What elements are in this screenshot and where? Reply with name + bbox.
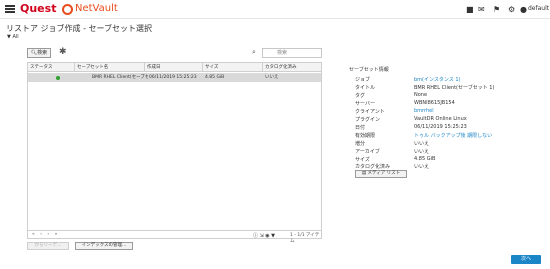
detail-value-archive: いいえ	[414, 149, 430, 155]
details-title: セーブセット情報	[349, 67, 389, 73]
saveset-table: ステータス セーブセット名 作成日 サイズ カタログ化済み BMR RHEL C…	[27, 62, 322, 244]
filter-icon: ▼	[7, 34, 11, 40]
menu-icon[interactable]	[5, 5, 15, 13]
user-menu[interactable]: default	[528, 5, 549, 12]
column-size[interactable]: サイズ	[203, 63, 263, 72]
cell-name: BMR RHEL Client(セーブセ...	[92, 75, 148, 80]
detail-value-job[interactable]: bm(インスタンス 1)	[414, 76, 461, 83]
netvault-logo-text: NetVault	[75, 3, 118, 14]
detail-value-tag: None	[414, 92, 428, 98]
user-icon[interactable]: ●	[520, 5, 527, 14]
detail-label: クライアント	[355, 109, 385, 115]
table-tools[interactable]: ⓘ⇲◉▼	[253, 232, 276, 239]
table-header: ステータス セーブセット名 作成日 サイズ カタログ化済み	[28, 63, 321, 72]
media-list-button[interactable]: ▤ メディア リスト	[355, 170, 407, 178]
list-icon: ▤	[361, 171, 367, 176]
column-created[interactable]: 作成日	[145, 63, 203, 72]
detail-value-expiry[interactable]: トゥル バックアップ後 期限しない	[414, 132, 492, 139]
filter-label: All	[12, 34, 19, 40]
item-count: 1 - 1/1 アイテム	[290, 233, 320, 244]
filter-table-icon[interactable]: ▼	[271, 233, 276, 239]
netvault-logo-icon	[62, 4, 73, 15]
detail-label: 日付	[355, 125, 366, 131]
detail-value-server: WBNI8615JB154	[414, 100, 455, 106]
settings-icon[interactable]: ⚙	[508, 5, 515, 14]
top-bar: Quest NetVault ■ ✉ ⚑ ⚙ ● default	[0, 0, 550, 19]
detail-value-size: 4.85 GiB	[414, 156, 436, 162]
load-from-button[interactable]: からリーデ...	[27, 242, 69, 250]
table-footer: « ‹ › » ⓘ⇲◉▼ 1 - 1/1 アイテム	[28, 230, 321, 244]
detail-value-incremental: いいえ	[414, 141, 430, 147]
detail-label: カタログ化済み	[355, 164, 391, 170]
table-row[interactable]: BMR RHEL Client(セーブセ... 06/11/2019 15:25…	[28, 73, 321, 82]
detail-label: ジョブ	[355, 77, 371, 83]
filter-toggle[interactable]: ▼ All	[7, 34, 19, 40]
video-icon[interactable]: ■	[466, 5, 474, 14]
cell-size: 4.85 GiB	[205, 75, 225, 80]
pager[interactable]: « ‹ › »	[32, 232, 59, 237]
manage-index-button[interactable]: インデックスの管理...	[75, 242, 133, 250]
page-title: リストア ジョブ作成 - セーブセット選択	[6, 24, 153, 33]
detail-label: サイズ	[355, 157, 370, 163]
detail-label: サーバー	[355, 101, 375, 107]
cell-created: 06/11/2019 15:25:23	[149, 75, 197, 80]
next-button[interactable]: 次へ	[511, 255, 541, 264]
notification-icon[interactable]: ⚑	[493, 5, 500, 14]
detail-value-client[interactable]: bmrrhel	[414, 108, 434, 114]
search-input-icon: ⌕	[252, 48, 256, 56]
detail-value-title: BMR RHEL Client(セーブセット 1)	[414, 85, 495, 91]
cell-catalogued: いいえ	[265, 75, 279, 80]
detail-label: タイトル	[355, 85, 376, 91]
detail-value-catalogued: いいえ	[414, 164, 430, 170]
detail-value-plugin: VaultDR Online Linux	[414, 116, 467, 122]
detail-label: プラグイン	[355, 117, 381, 123]
column-status[interactable]: ステータス	[28, 63, 75, 72]
detail-label: 有効期限	[355, 133, 376, 139]
chat-icon[interactable]: ✉	[478, 5, 485, 14]
status-ok-icon	[56, 76, 60, 80]
quest-logo: Quest	[20, 2, 57, 15]
search-button[interactable]: 🔍︎検索	[27, 48, 51, 58]
detail-label: タグ	[355, 93, 366, 99]
detail-label: 増分	[355, 141, 366, 147]
detail-value-date: 06/11/2019 15:25:23	[414, 124, 467, 130]
search-input[interactable]: 検索	[262, 48, 322, 58]
lightbulb-icon[interactable]: ✱	[59, 47, 68, 58]
detail-label: アーカイブ	[355, 149, 380, 155]
column-catalogued[interactable]: カタログ化済み	[263, 63, 321, 72]
column-name[interactable]: セーブセット名	[75, 63, 145, 72]
